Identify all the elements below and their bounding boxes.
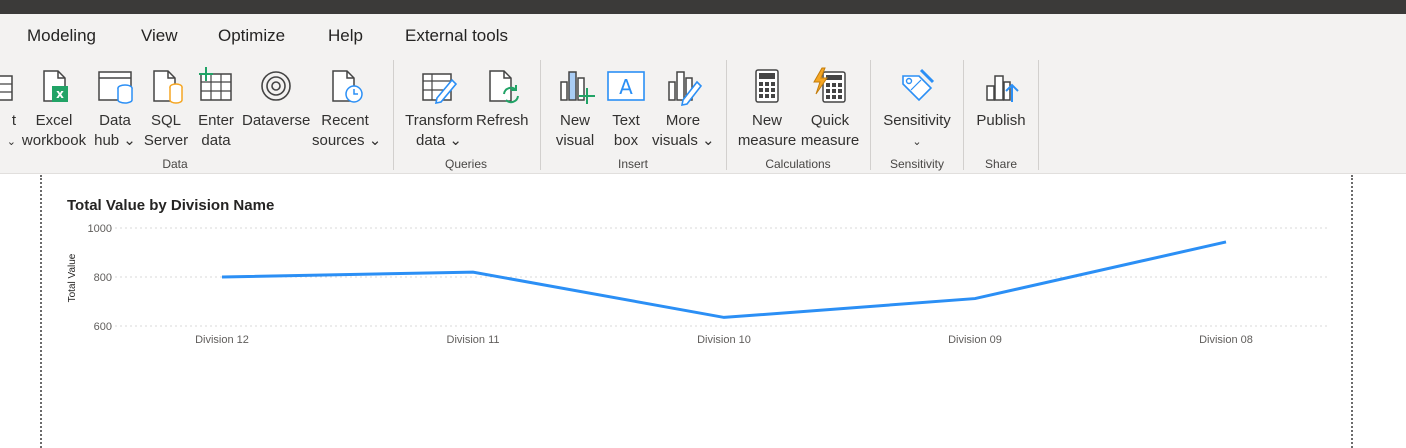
ribbon: t ⌄ x Excel workbook Data hub ⌄ SQL Server <box>0 56 1406 174</box>
quick-measure-button[interactable]: Quick measure <box>800 56 860 160</box>
quick-measure-label-1: Quick <box>810 112 850 129</box>
x-tick-label: Division 12 <box>195 334 249 346</box>
recent-sources-icon <box>332 70 363 103</box>
dataverse-icon <box>261 71 291 101</box>
text-box-label-2: box <box>613 132 639 149</box>
enter-data-button[interactable]: Enter data <box>192 56 240 160</box>
dataverse-label-1: Dataverse <box>242 112 311 129</box>
x-tick-label: Division 10 <box>697 334 751 346</box>
new-measure-label-1: New <box>751 112 782 129</box>
svg-text:A: A <box>619 75 633 99</box>
new-visual-icon <box>560 71 595 104</box>
data-hub-button[interactable]: Data hub ⌄ <box>92 56 138 160</box>
ribbon-separator <box>393 60 394 170</box>
menu-external-tools[interactable]: External tools <box>405 26 508 46</box>
new-measure-icon <box>755 69 779 103</box>
menu-modeling[interactable]: Modeling <box>27 26 96 46</box>
enter-data-label-1: Enter <box>198 112 234 129</box>
ribbon-partial-button[interactable]: t ⌄ <box>0 56 16 160</box>
excel-workbook-label-2: workbook <box>21 132 87 149</box>
excel-workbook-label-1: Excel <box>35 112 73 129</box>
new-visual-label-2: visual <box>555 132 595 149</box>
sql-server-label-2: Server <box>143 132 189 149</box>
y-axis-label: Total Value <box>67 253 78 302</box>
ribbon-partial-label: t ⌄ <box>6 112 16 148</box>
transform-data-button[interactable]: Transform data ⌄ <box>404 56 474 160</box>
dataverse-button[interactable]: Dataverse <box>242 56 310 160</box>
new-visual-label-1: New <box>559 112 590 129</box>
sensitivity-label-1: Sensitivity <box>883 112 951 129</box>
svg-text:x: x <box>56 87 64 101</box>
excel-workbook-button[interactable]: x Excel workbook <box>20 56 88 160</box>
sql-server-button[interactable]: SQL Server <box>142 56 190 160</box>
quick-measure-label-2: measure <box>800 132 860 149</box>
refresh-label-1: Refresh <box>476 112 529 129</box>
enter-data-label-2: data <box>201 132 231 149</box>
group-label-queries: Queries <box>444 157 488 171</box>
ribbon-separator <box>1038 60 1039 170</box>
group-label-insert: Insert <box>617 157 648 171</box>
more-visuals-label-1: More <box>665 112 701 129</box>
group-label-share: Share <box>984 157 1018 171</box>
publish-label-1: Publish <box>976 112 1026 129</box>
y-tick-label: 1000 <box>88 223 112 235</box>
line-chart[interactable]: 1000 800 600 Division 12 Division 11 Divisio… <box>60 218 1340 358</box>
recent-sources-label-1: Recent <box>321 112 369 129</box>
visual-boundary-left <box>40 175 42 448</box>
y-tick-label: 800 <box>94 272 112 284</box>
refresh-icon <box>489 70 519 104</box>
group-label-sensitivity: Sensitivity <box>889 157 945 171</box>
sql-server-label-1: SQL <box>150 112 181 129</box>
ribbon-separator <box>963 60 964 170</box>
x-tick-label: Division 11 <box>447 334 500 346</box>
data-hub-icon <box>98 71 133 104</box>
new-measure-label-2: measure <box>737 132 797 149</box>
sensitivity-chevron: ⌄ <box>912 136 922 148</box>
more-visuals-icon <box>668 71 703 106</box>
new-measure-button[interactable]: New measure <box>736 56 798 160</box>
series-line-total-value <box>221 240 1227 319</box>
text-box-button[interactable]: A Text box <box>602 56 650 160</box>
menu-view[interactable]: View <box>141 26 178 46</box>
new-visual-button[interactable]: New visual <box>552 56 598 160</box>
transform-data-label-1: Transform <box>405 112 473 129</box>
excel-icon: x <box>43 70 68 102</box>
y-tick-label: 600 <box>94 321 112 333</box>
sensitivity-icon <box>902 68 935 102</box>
menu-optimize[interactable]: Optimize <box>218 26 285 46</box>
data-hub-label-1: Data <box>99 112 131 129</box>
sensitivity-button[interactable]: Sensitivity ⌄ <box>880 56 954 160</box>
recent-sources-label-2: sources ⌄ <box>312 132 382 149</box>
publish-button[interactable]: Publish <box>972 56 1030 160</box>
transform-data-label-2: data ⌄ <box>416 132 462 149</box>
sql-server-icon <box>153 70 183 104</box>
x-tick-label: Division 09 <box>948 334 1002 346</box>
text-box-icon: A <box>607 71 645 101</box>
menu-bar: Modeling View Optimize Help External too… <box>0 14 1406 56</box>
recent-sources-button[interactable]: Recent sources ⌄ <box>312 56 382 160</box>
text-box-label-1: Text <box>612 112 640 129</box>
ribbon-separator <box>540 60 541 170</box>
refresh-button[interactable]: Refresh <box>476 56 529 160</box>
visual-boundary-right <box>1351 175 1353 448</box>
x-tick-label: Division 08 <box>1199 334 1253 346</box>
enter-data-icon <box>199 67 232 101</box>
window-title-bar <box>0 0 1406 14</box>
more-visuals-label-2: visuals ⌄ <box>652 132 715 149</box>
chart-title: Total Value by Division Name <box>67 197 275 214</box>
data-hub-label-2: hub ⌄ <box>94 132 136 149</box>
ribbon-separator <box>870 60 871 170</box>
ribbon-separator <box>726 60 727 170</box>
publish-icon <box>986 75 1019 102</box>
menu-help[interactable]: Help <box>328 26 363 46</box>
group-label-data: Data <box>162 157 188 171</box>
group-label-calculations: Calculations <box>765 157 831 171</box>
more-visuals-button[interactable]: More visuals ⌄ <box>652 56 715 160</box>
quick-measure-icon <box>813 67 846 103</box>
transform-data-icon <box>422 73 458 105</box>
